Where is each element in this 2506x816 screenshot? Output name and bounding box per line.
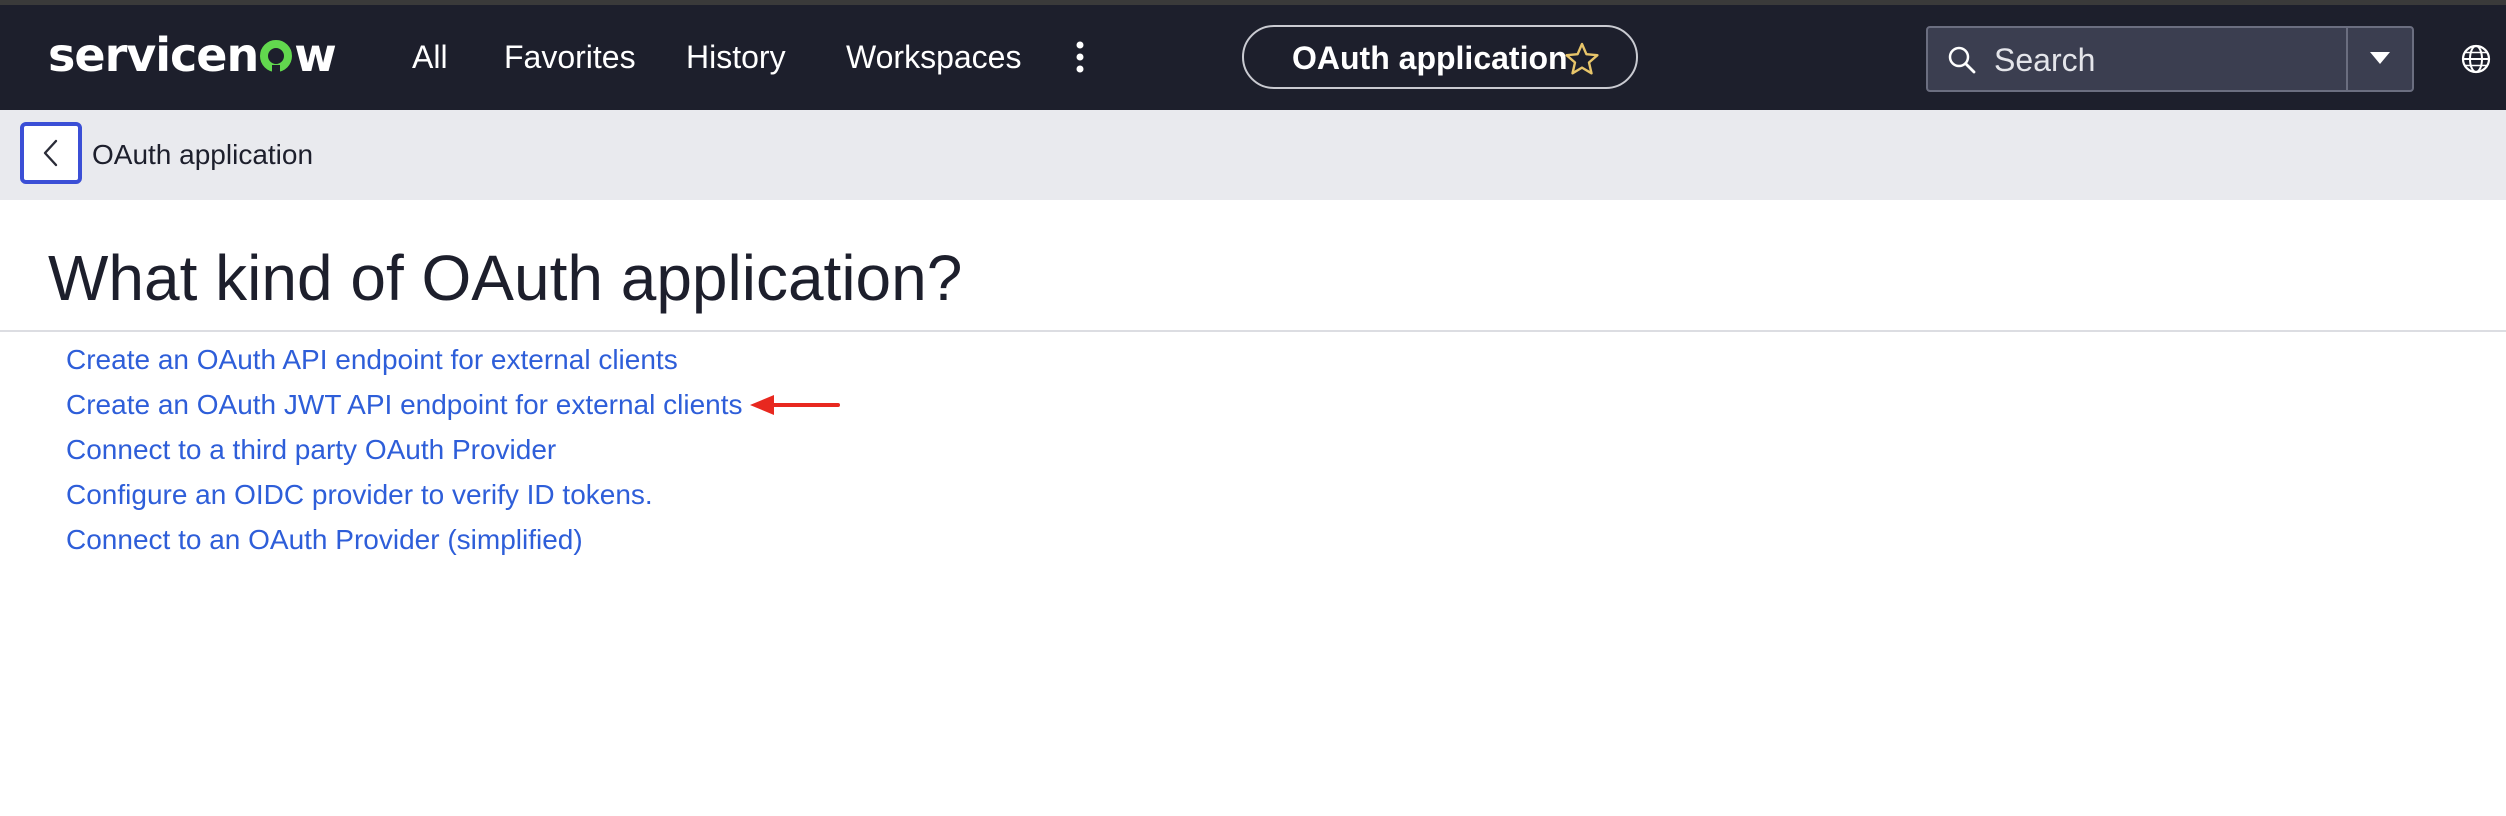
servicenow-logo[interactable]: servicen w [48, 25, 337, 85]
current-app-label: OAuth application [1292, 40, 1568, 76]
page-title: What kind of OAuth application? [48, 242, 963, 314]
context-header: OAuth application [0, 110, 2506, 200]
option-third-party-provider[interactable]: Connect to a third party OAuth Provider [66, 432, 556, 468]
option-oidc-provider[interactable]: Configure an OIDC provider to verify ID … [66, 477, 653, 513]
logo-text-start: servicen [48, 28, 259, 82]
heading-divider [0, 330, 2506, 332]
option-oauth-api-endpoint[interactable]: Create an OAuth API endpoint for externa… [66, 342, 678, 378]
star-icon[interactable] [1564, 41, 1600, 77]
nav-all[interactable]: All [412, 37, 448, 77]
globe-icon[interactable] [2460, 43, 2492, 75]
top-navigation-bar: servicen w All Favorites History Workspac… [0, 5, 2506, 110]
red-arrow-icon [748, 390, 840, 420]
context-title: OAuth application [92, 139, 314, 170]
search-icon [1946, 44, 1978, 76]
nav-history[interactable]: History [686, 37, 786, 77]
search-input[interactable] [1994, 38, 2264, 82]
global-search [1926, 26, 2414, 92]
logo-text-end: w [294, 28, 336, 82]
option-oauth-jwt-api-endpoint[interactable]: Create an OAuth JWT API endpoint for ext… [66, 387, 743, 423]
back-button[interactable] [20, 122, 82, 184]
option-oauth-provider-simplified[interactable]: Connect to an OAuth Provider (simplified… [66, 522, 583, 558]
chevron-left-icon [43, 139, 58, 167]
nav-favorites[interactable]: Favorites [504, 37, 636, 77]
logo-power-icon [259, 39, 293, 73]
nav-workspaces[interactable]: Workspaces [846, 37, 1021, 77]
caret-down-icon [2370, 52, 2390, 64]
search-scope-dropdown[interactable] [2348, 28, 2412, 90]
current-app-pill[interactable]: OAuth application [1242, 25, 1638, 89]
vertical-ellipsis-icon[interactable] [1070, 35, 1090, 79]
